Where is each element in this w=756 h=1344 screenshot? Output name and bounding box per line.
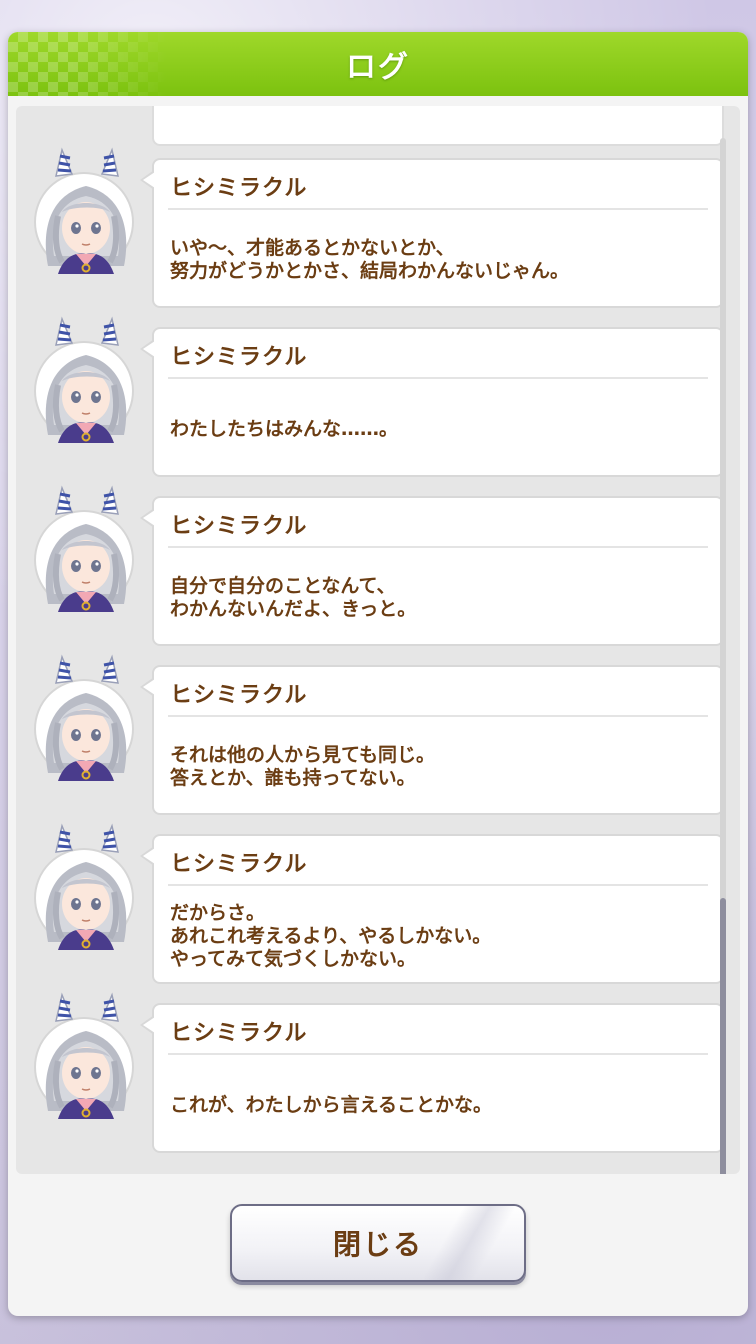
bubble-divider [168, 377, 708, 379]
character-avatar [34, 654, 134, 781]
speaker-name: ヒシミラクル [170, 852, 308, 877]
dialog-title: ログ [346, 50, 410, 85]
log-entry: ヒシミラクルこれが、わたしから言えることかな。 [16, 992, 740, 1153]
log-entry: ヒシミラクルわたしたちはみんな……。 [16, 316, 740, 477]
speaker-name: ヒシミラクル [170, 1021, 308, 1046]
message-line: いや～、才能あるとかないとか、 [170, 237, 455, 259]
log-entry: ヒシミラクルそれは他の人から見ても同じ。 答えとか、誰も持ってない。 [16, 654, 740, 815]
message-line: それは他の人から見ても同じ。 [170, 744, 436, 766]
close-button[interactable]: 閉じる [230, 1204, 526, 1282]
speech-bubble: ヒシミラクルわたしたちはみんな……。 [140, 327, 724, 477]
character-avatar [34, 147, 134, 274]
log-entry: ヒシミラクル だからさ。 あれこれ考えるより、やるしかない。 やってみて気づくしかない… [16, 823, 740, 984]
speaker-name: ヒシミラクル [170, 345, 308, 370]
speech-bubble: ヒシミラクルいや～、才能あるとかないとか、 努力がどうかとかさ、結局わかんないじゃ… [140, 158, 724, 308]
log-list[interactable]: ヒシミラクル いや～、才能あるとかないとか、 努力がどうかとかさ、結局わかんないじゃ… [16, 106, 740, 1174]
bubble-divider [168, 884, 708, 886]
scrollbar-thumb[interactable] [720, 898, 726, 1174]
message-line: あれこれ考えるより、やるしかない。 [170, 924, 492, 947]
message-text: わたしたちはみんな……。 [170, 387, 708, 471]
header-pattern [8, 32, 168, 96]
log-dialog: ログ ヒシミラクル いや～、才能あるとかないとか、 努力がどうかとかさ、結局わかんな… [8, 32, 748, 1316]
message-line: やってみて気づくしかない。 [170, 947, 417, 970]
message-text: いや～、才能あるとかないとか、 努力がどうかとかさ、結局わかんないじゃん。 [170, 218, 708, 302]
message-line: 努力がどうかとかさ、結局わかんないじゃん。 [170, 260, 570, 282]
close-button-label: 閉じる [332, 1228, 423, 1261]
bubble-divider [168, 208, 708, 210]
scrollbar[interactable] [720, 138, 726, 1174]
bubble-divider [168, 715, 708, 717]
speaker-name: ヒシミラクル [170, 514, 308, 539]
speech-bubble: ヒシミラクルこれが、わたしから言えることかな。 [140, 1003, 724, 1153]
message-text: それは他の人から見ても同じ。 答えとか、誰も持ってない。 [170, 725, 708, 809]
speech-bubble: ヒシミラクル だからさ。 あれこれ考えるより、やるしかない。 やってみて気づくしかない… [140, 834, 724, 984]
bubble-divider [168, 546, 708, 548]
speaker-name: ヒシミラクル [170, 683, 308, 708]
character-avatar [34, 485, 134, 612]
button-sheen [424, 1206, 514, 1280]
message-line: 答えとか、誰も持ってない。 [170, 767, 416, 789]
character-avatar [34, 316, 134, 443]
log-entry: ヒシミラクルいや～、才能あるとかないとか、 努力がどうかとかさ、結局わかんないじゃ… [16, 147, 740, 308]
message-line: 自分で自分のことなんて、 [170, 575, 396, 597]
dialog-header: ログ [8, 32, 748, 96]
message-line: これが、わたしから言えることかな。 [170, 1093, 493, 1116]
message-text: これが、わたしから言えることかな。 [170, 1063, 708, 1147]
character-avatar [34, 992, 134, 1119]
message-line: わかんないんだよ、きっと。 [170, 598, 417, 620]
speaker-name: ヒシミラクル [170, 176, 308, 201]
partial-previous-bubble [152, 106, 724, 146]
message-line: わたしたちはみんな……。 [170, 417, 399, 440]
message-text: 自分で自分のことなんて、 わかんないんだよ、きっと。 [170, 556, 708, 640]
character-avatar [34, 823, 134, 950]
message-line: だからさ。 [170, 901, 266, 924]
message-text: だからさ。 あれこれ考えるより、やるしかない。 やってみて気づくしかない。 [170, 894, 708, 978]
speech-bubble: ヒシミラクル自分で自分のことなんて、 わかんないんだよ、きっと。 [140, 496, 724, 646]
log-entry: ヒシミラクル自分で自分のことなんて、 わかんないんだよ、きっと。 [16, 485, 740, 646]
bubble-divider [168, 1053, 708, 1055]
speech-bubble: ヒシミラクルそれは他の人から見ても同じ。 答えとか、誰も持ってない。 [140, 665, 724, 815]
